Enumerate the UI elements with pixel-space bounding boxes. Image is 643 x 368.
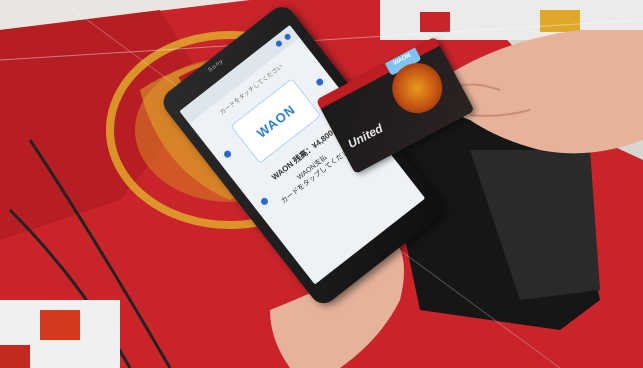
card-team-name: United	[345, 121, 386, 151]
photo-scene: Sony カードをタッチしてください WAON WAON 残高：¥4,800 W…	[0, 0, 643, 368]
phone-brand: Sony	[207, 58, 226, 74]
waon-logo: WAON	[253, 101, 298, 141]
dot-icon	[283, 32, 292, 42]
radio-dot-icon	[314, 77, 325, 88]
radio-dot-icon	[222, 149, 233, 160]
dot-icon	[274, 39, 284, 48]
